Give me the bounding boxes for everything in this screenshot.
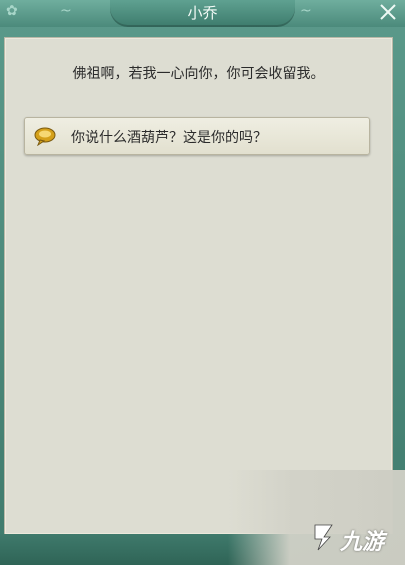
title-bar: ✿ ~ 小乔 ~ [0, 0, 405, 27]
dialog-panel: 佛祖啊，若我一心向你，你可会收留我。 你说什么酒葫芦？这是你的吗？ [4, 37, 393, 535]
ornament-icon: ✿ [6, 3, 18, 19]
dialog-option-button[interactable]: 你说什么酒葫芦？这是你的吗？ [24, 117, 370, 155]
speech-bubble-icon [34, 127, 56, 146]
dialog-title: 小乔 [187, 4, 218, 22]
ornament-icon: ~ [300, 3, 312, 19]
ornament-icon: ~ [60, 3, 72, 19]
watermark-text: 九游 [340, 530, 385, 555]
dialog-message: 佛祖啊，若我一心向你，你可会收留我。 [72, 66, 325, 82]
dialog-option-label: 你说什么酒葫芦？这是你的吗？ [71, 130, 267, 146]
close-icon[interactable] [377, 1, 399, 23]
watermark-logo-icon [314, 524, 333, 551]
